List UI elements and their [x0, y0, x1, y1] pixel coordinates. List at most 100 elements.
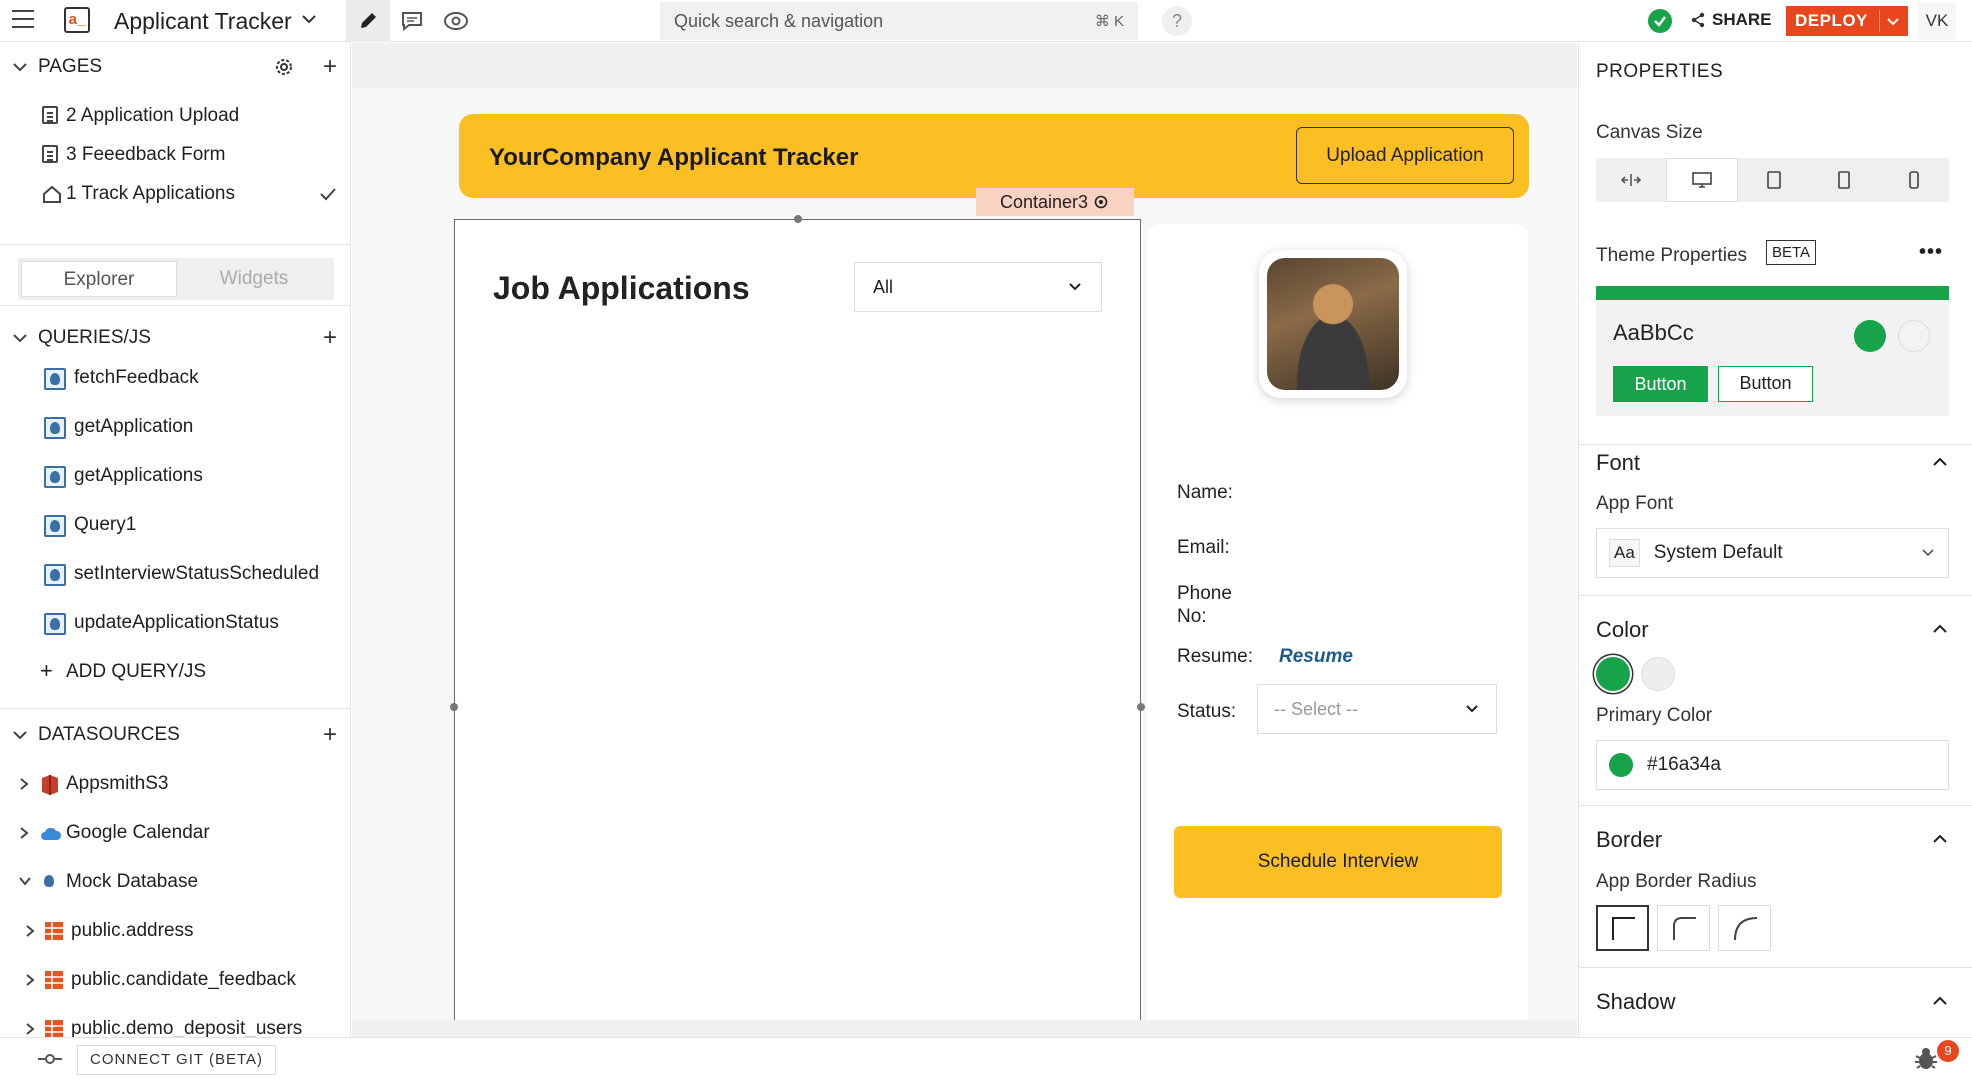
tab-widgets[interactable]: Widgets [177, 261, 331, 297]
app-name[interactable]: Applicant Tracker [114, 8, 292, 35]
help-button[interactable]: ? [1162, 6, 1192, 36]
datasource-item[interactable]: Google Calendar [0, 813, 350, 853]
query-item[interactable]: setInterviewStatusScheduled [0, 554, 350, 594]
primary-color-input[interactable]: #16a34a [1596, 740, 1949, 790]
status-select[interactable]: -- Select -- [1257, 684, 1497, 734]
job-applications-container[interactable]: Job Applications All [450, 215, 1145, 1020]
mobile-option[interactable] [1879, 158, 1949, 202]
chevron-up-icon[interactable] [1931, 620, 1949, 638]
job-applications-title: Job Applications [493, 270, 750, 306]
chevron-down-icon [1922, 549, 1934, 557]
query-item[interactable]: getApplications [0, 456, 350, 496]
pages-section-header[interactable]: PAGES + [0, 47, 350, 87]
border-radius-none-option[interactable] [1596, 905, 1649, 951]
chevron-down-icon[interactable] [12, 330, 28, 346]
queries-section-header[interactable]: QUERIES/JS + [0, 318, 350, 358]
quick-search[interactable]: ⌘ K [660, 2, 1138, 40]
primary-color-swatch[interactable] [1596, 657, 1630, 691]
chevron-up-icon[interactable] [1931, 830, 1949, 848]
fluid-width-option[interactable] [1596, 158, 1666, 202]
resume-label: Resume: [1177, 646, 1254, 667]
table-label: public.demo_deposit_users [71, 1018, 303, 1037]
chevron-down-icon[interactable] [12, 727, 28, 743]
tablet-option[interactable] [1809, 158, 1879, 202]
chevron-right-icon[interactable] [24, 1022, 36, 1036]
datasources-title: DATASOURCES [38, 724, 180, 745]
add-query-button[interactable]: + [323, 326, 337, 350]
chevron-up-icon[interactable] [1931, 992, 1949, 1010]
resize-handle[interactable] [1137, 703, 1145, 711]
queries-title: QUERIES/JS [38, 327, 151, 348]
app-logo[interactable]: a_ [64, 7, 90, 33]
search-input[interactable] [674, 10, 1034, 32]
schedule-interview-button[interactable]: Schedule Interview [1174, 826, 1502, 898]
user-avatar[interactable]: VK [1918, 2, 1956, 40]
edit-mode-button[interactable] [346, 0, 390, 42]
container-name-tag[interactable]: Container3 [976, 188, 1134, 216]
border-radius-medium-option[interactable] [1657, 905, 1710, 951]
resize-handle[interactable] [450, 703, 458, 711]
bug-icon[interactable] [1913, 1046, 1939, 1072]
resize-handle[interactable] [794, 215, 802, 223]
more-options-icon[interactable]: ••• [1919, 241, 1943, 264]
gear-icon[interactable] [273, 56, 295, 78]
query-label: getApplications [74, 465, 203, 486]
job-filter-select[interactable]: All [854, 262, 1102, 312]
table-item[interactable]: public.address [0, 911, 350, 951]
connect-git-button[interactable]: CONNECT GIT (BETA) [77, 1045, 277, 1075]
chevron-down-icon[interactable] [12, 59, 28, 75]
query-item[interactable]: getApplication [0, 407, 350, 447]
git-icon [38, 1054, 62, 1064]
chevron-up-icon[interactable] [1931, 453, 1949, 471]
query-label: fetchFeedback [74, 367, 199, 388]
add-page-button[interactable]: + [323, 55, 337, 79]
datasources-section-header[interactable]: DATASOURCES + [0, 715, 350, 755]
s3-icon [42, 775, 58, 795]
page-item[interactable]: 2 Application Upload [0, 96, 350, 136]
chevron-right-icon[interactable] [18, 777, 30, 791]
datasource-item[interactable]: Mock Database [0, 862, 350, 902]
check-circle-icon [1648, 9, 1672, 33]
theme-properties-label: Theme Properties [1596, 245, 1748, 266]
query-item[interactable]: Query1 [0, 505, 350, 545]
header-banner[interactable]: YourCompany Applicant Tracker Upload App… [459, 114, 1529, 198]
chevron-down-icon[interactable] [1884, 12, 1902, 30]
job-filter-value: All [873, 276, 894, 297]
theme-preview[interactable]: AaBbCc Button Button [1596, 286, 1949, 416]
share-button[interactable]: SHARE [1690, 10, 1772, 30]
border-radius-large-option[interactable] [1718, 905, 1771, 951]
border-radius-label: App Border Radius [1596, 871, 1757, 892]
chevron-right-icon[interactable] [24, 924, 36, 938]
add-datasource-button[interactable]: + [323, 723, 337, 747]
page-item[interactable]: 3 Feeedback Form [0, 135, 350, 175]
query-item[interactable]: fetchFeedback [0, 358, 350, 398]
comment-mode-button[interactable] [390, 0, 434, 42]
chevron-down-icon[interactable] [18, 875, 32, 887]
tab-explorer[interactable]: Explorer [21, 261, 177, 297]
deploy-button[interactable]: DEPLOY [1786, 6, 1908, 36]
table-item[interactable]: public.demo_deposit_users [0, 1009, 350, 1037]
chevron-right-icon[interactable] [24, 973, 36, 987]
tablet-landscape-option[interactable] [1738, 158, 1808, 202]
table-item[interactable]: public.candidate_feedback [0, 960, 350, 1000]
chevron-down-icon[interactable] [300, 10, 318, 28]
add-query-row[interactable]: + ADD QUERY/JS [0, 652, 350, 692]
page-label: 3 Feeedback Form [66, 144, 226, 165]
chevron-right-icon[interactable] [18, 826, 30, 840]
app-font-select[interactable]: Aa System Default [1596, 528, 1949, 578]
datasource-item[interactable]: AppsmithS3 [0, 764, 350, 804]
settings-icon[interactable] [1094, 195, 1108, 209]
applicant-details-card[interactable]: Name: Email: Phone No: Resume: Resume St… [1147, 224, 1528, 1020]
page-item[interactable]: 1 Track Applications [0, 174, 350, 214]
hamburger-icon[interactable] [12, 10, 34, 30]
query-item[interactable]: updateApplicationStatus [0, 603, 350, 643]
corner-round-icon [1733, 917, 1757, 941]
preview-mode-button[interactable] [434, 0, 478, 42]
plus-icon: + [40, 658, 53, 683]
desktop-option[interactable] [1666, 158, 1739, 202]
tablet-icon [1837, 171, 1850, 189]
background-color-swatch[interactable] [1641, 657, 1675, 691]
datasource-label: Mock Database [66, 871, 199, 892]
resume-link[interactable]: Resume [1279, 646, 1353, 668]
upload-application-button[interactable]: Upload Application [1296, 127, 1514, 184]
